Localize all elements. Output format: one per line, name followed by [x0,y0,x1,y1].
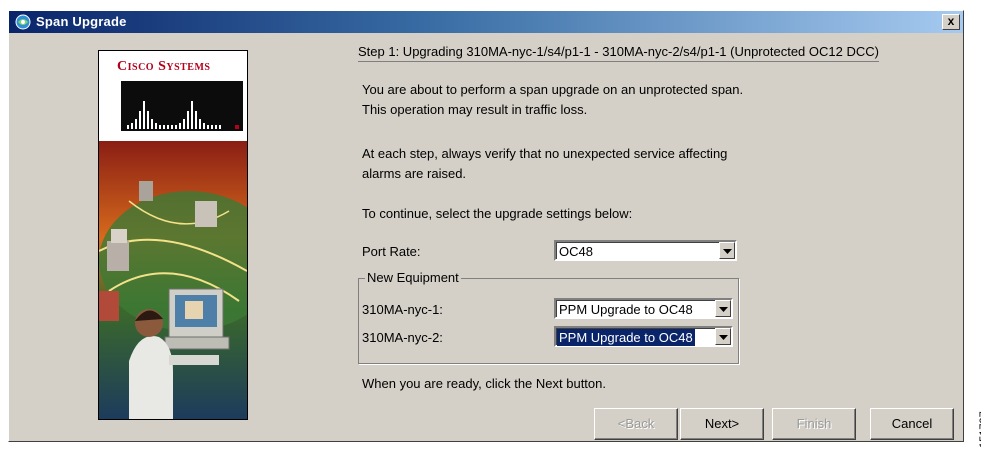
node2-equipment-select[interactable]: PPM Upgrade to OC48 [554,326,733,347]
step-header: Step 1: Upgrading 310MA-nyc-1/s4/p1-1 - … [358,44,879,62]
continue-text: To continue, select the upgrade settings… [362,206,633,221]
chevron-down-icon [719,335,728,340]
node2-label: 310MA-nyc-2: [362,330,443,345]
node1-equipment-select[interactable]: PPM Upgrade to OC48 [554,298,733,319]
node1-dropdown-button[interactable] [715,300,731,317]
close-icon: x [947,14,955,28]
verify-text-line-1: At each step, always verify that no unex… [362,146,728,161]
back-button[interactable]: <Back [594,408,678,440]
verify-text-line-2: alarms are raised. [362,166,467,181]
next-button[interactable]: Next> [680,408,764,440]
new-equipment-legend: New Equipment [365,270,461,285]
intro-text-line-1: You are about to perform a span upgrade … [362,82,744,97]
figure-code: 151797 [966,400,981,448]
intro-text-line-2: This operation may result in traffic los… [362,102,588,117]
cisco-bridge-bars-icon [121,81,243,131]
node1-equipment-value: PPM Upgrade to OC48 [559,302,693,317]
title-bar[interactable]: Span Upgrade x [9,11,963,33]
chevron-down-icon [719,307,728,312]
cancel-button[interactable]: Cancel [870,408,954,440]
node1-label: 310MA-nyc-1: [362,302,443,317]
ready-text: When you are ready, click the Next butto… [362,376,606,391]
chevron-down-icon [723,249,732,254]
cisco-logo-text: Cisco Systems [117,59,211,74]
wizard-side-panel: Cisco Systems [98,50,248,420]
close-button[interactable]: x [942,14,960,30]
window-title: Span Upgrade [36,14,127,29]
port-rate-select[interactable]: OC48 [554,240,737,261]
finish-button[interactable]: Finish [772,408,856,440]
port-rate-value: OC48 [559,244,593,259]
network-user-illustration [99,141,247,419]
port-rate-label: Port Rate: [362,244,421,259]
port-rate-dropdown-button[interactable] [719,242,735,259]
cisco-logo: Cisco Systems [99,51,247,141]
node2-dropdown-button[interactable] [715,328,731,345]
ctc-app-icon [15,14,31,30]
new-equipment-group: New Equipment [358,270,739,364]
node2-equipment-value: PPM Upgrade to OC48 [557,329,695,346]
